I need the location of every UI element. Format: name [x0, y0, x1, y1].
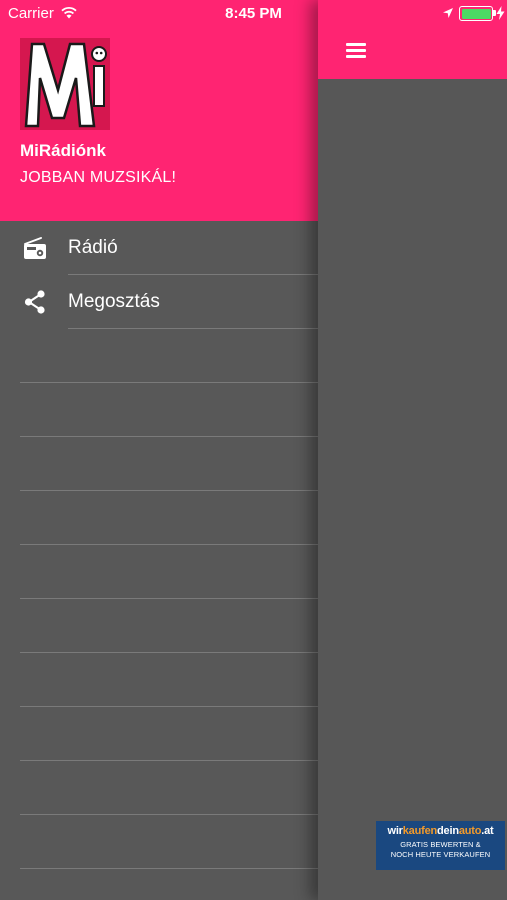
divider — [68, 328, 318, 329]
menu-item-radio[interactable]: Rádió — [0, 221, 318, 275]
hamburger-menu-icon — [346, 43, 366, 46]
radio-icon — [24, 237, 46, 259]
status-time: 8:45 PM — [225, 5, 282, 22]
empty-row-divider — [20, 490, 318, 491]
ad-title-kaufen: kaufen — [402, 825, 438, 837]
ad-title-wir: wir — [387, 825, 403, 837]
ad-title-dein: dein — [437, 825, 459, 837]
share-icon — [24, 290, 45, 314]
app-logo — [20, 38, 110, 130]
ad-banner[interactable]: wirkaufendeinauto.at GRATIS BEWERTEN & N… — [376, 821, 505, 870]
ad-title: wirkaufendeinauto.at — [376, 825, 505, 837]
empty-row-divider — [20, 760, 318, 761]
mi-logo-graphic — [20, 38, 110, 130]
empty-row-divider — [20, 382, 318, 383]
empty-row-divider — [20, 814, 318, 815]
empty-row-divider — [20, 544, 318, 545]
hamburger-menu-icon-bar — [346, 49, 366, 52]
app-tagline: JOBBAN MUZSIKÁL! — [20, 169, 177, 186]
empty-row-divider — [20, 436, 318, 437]
hamburger-menu-button[interactable] — [342, 38, 370, 62]
ad-title-auto: auto — [458, 825, 482, 837]
app-name: MiRádiónk — [20, 141, 106, 160]
menu-item-share[interactable]: Megosztás — [0, 275, 318, 329]
menu-item-label: Megosztás — [68, 291, 160, 312]
empty-row-divider — [20, 868, 318, 869]
menu-item-label: Rádió — [68, 237, 118, 258]
ad-text-line2: NOCH HEUTE VERKAUFEN — [390, 850, 491, 859]
ad-text-line1: GRATIS BEWERTEN & — [400, 840, 481, 849]
ad-title-domain: .at — [481, 825, 494, 837]
hamburger-menu-icon-bar — [346, 55, 366, 58]
empty-row-divider — [20, 706, 318, 707]
empty-row-divider — [20, 652, 318, 653]
main-content-panel[interactable] — [318, 0, 507, 900]
empty-row-divider — [20, 598, 318, 599]
navigation-drawer: Carrier MiRádiónk JOBBAN MUZSIKÁL! Rádió… — [0, 0, 318, 900]
drawer-header: Carrier MiRádiónk JOBBAN MUZSIKÁL! — [0, 0, 318, 221]
